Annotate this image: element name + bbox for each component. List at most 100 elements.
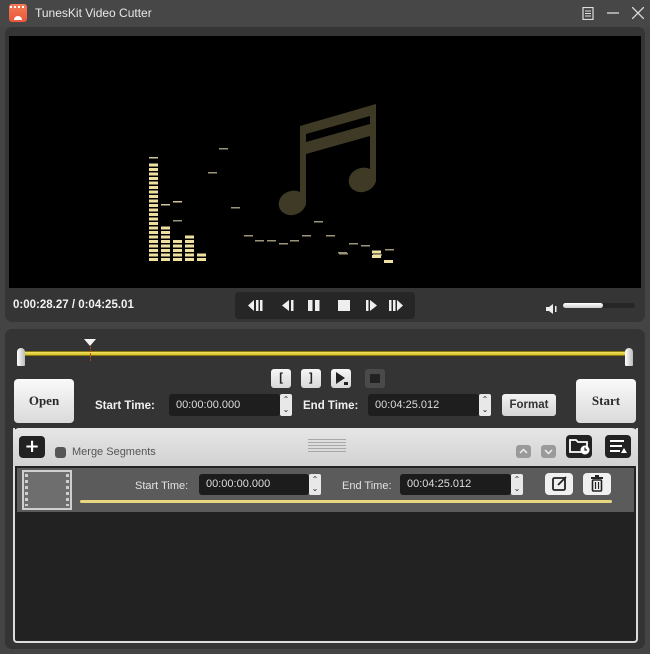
eq-peak xyxy=(173,201,182,203)
eq-segment xyxy=(173,253,182,257)
segment-row[interactable]: Start Time: 00:00:00.000 ⌃ ⌄ End Time: 0… xyxy=(17,468,634,512)
stop-preview-button[interactable] xyxy=(365,369,385,388)
eq-segment xyxy=(149,181,158,185)
start-button[interactable]: Start xyxy=(576,379,636,423)
edit-segment-button[interactable] xyxy=(545,473,573,495)
chevron-up-icon xyxy=(519,448,528,454)
title-bar: TunesKit Video Cutter xyxy=(0,0,650,27)
eq-segment xyxy=(185,235,194,239)
stop-button[interactable] xyxy=(335,297,353,314)
chevron-up-icon: ⌃ xyxy=(311,475,319,484)
start-time-spinner[interactable]: ⌃ ⌄ xyxy=(280,394,292,416)
trash-icon xyxy=(591,475,603,492)
stop-icon xyxy=(370,374,380,383)
segment-end-spinner[interactable]: ⌃ ⌄ xyxy=(511,474,523,495)
music-note-icon xyxy=(278,104,376,216)
eq-peak xyxy=(208,172,217,174)
previous-frame-button[interactable] xyxy=(279,297,297,314)
format-button[interactable]: Format xyxy=(502,394,556,416)
eq-segment xyxy=(185,258,194,261)
timeline-start-handle[interactable] xyxy=(17,348,25,366)
playhead-line xyxy=(90,347,92,361)
edit-panel: [ ] Open Start Time: 00:00:00.000 ⌃ ⌄ En… xyxy=(5,329,645,649)
add-segment-button[interactable]: + xyxy=(19,436,45,458)
app-logo-icon xyxy=(9,4,27,22)
eq-segment xyxy=(161,249,170,252)
segment-start-spinner[interactable]: ⌃ ⌄ xyxy=(309,474,321,495)
segment-list-header: + Merge Segments xyxy=(13,428,638,466)
move-down-button[interactable] xyxy=(541,445,556,458)
end-time-spinner[interactable]: ⌃ ⌄ xyxy=(479,394,491,416)
video-preview[interactable] xyxy=(9,36,641,288)
eq-segment xyxy=(161,258,170,261)
eq-segment xyxy=(185,244,194,248)
segment-start-input[interactable]: 00:00:00.000 xyxy=(199,474,309,495)
eq-segment xyxy=(197,253,206,257)
merge-segments-checkbox[interactable] xyxy=(55,447,66,458)
next-frame-button[interactable] xyxy=(363,297,381,314)
previous-segment-button[interactable] xyxy=(247,297,265,314)
preview-segment-button[interactable] xyxy=(331,369,351,388)
eq-segment xyxy=(149,258,158,261)
eq-peak xyxy=(267,240,276,242)
timeline-end-handle[interactable] xyxy=(625,348,633,366)
close-icon xyxy=(631,6,645,20)
eq-segment xyxy=(161,240,170,243)
eq-segment xyxy=(173,244,182,248)
eq-peak xyxy=(161,204,170,206)
pause-button[interactable] xyxy=(305,297,323,314)
close-button[interactable] xyxy=(628,3,648,23)
eq-segment xyxy=(185,240,194,243)
start-time-input[interactable]: 00:00:00.000 xyxy=(169,394,280,416)
output-folder-button[interactable] xyxy=(566,435,592,458)
eq-segment xyxy=(149,195,158,198)
menu-button[interactable] xyxy=(578,3,598,23)
eq-segment xyxy=(149,253,158,257)
stop-icon xyxy=(338,300,350,311)
end-time-input[interactable]: 00:04:25.012 xyxy=(368,394,479,416)
playback-time-display: 0:00:28.27 / 0:04:25.01 xyxy=(13,299,134,311)
move-up-button[interactable] xyxy=(516,445,531,458)
eq-segment xyxy=(173,249,182,252)
speaker-icon xyxy=(546,304,557,314)
start-time-label: Start Time: xyxy=(95,400,155,412)
drag-handle[interactable] xyxy=(308,439,346,453)
skip-back-icon xyxy=(248,300,263,311)
mark-out-button[interactable]: ] xyxy=(301,369,321,388)
eq-segment xyxy=(149,249,158,252)
chevron-up-icon: ⌃ xyxy=(282,395,290,404)
volume-slider[interactable] xyxy=(563,303,635,308)
chevron-down-icon xyxy=(544,449,553,455)
playhead-marker[interactable] xyxy=(84,339,97,346)
list-menu-button[interactable] xyxy=(605,435,631,458)
eq-peak xyxy=(149,157,158,159)
eq-segment xyxy=(149,177,158,180)
eq-segment xyxy=(372,250,381,254)
next-segment-button[interactable] xyxy=(387,297,405,314)
video-player-panel: 0:00:28.27 / 0:04:25.01 xyxy=(5,27,645,322)
eq-peak xyxy=(231,207,240,209)
audio-visualizer xyxy=(149,104,394,263)
eq-segment xyxy=(149,226,158,230)
app-title: TunesKit Video Cutter xyxy=(35,6,152,20)
eq-segment xyxy=(149,208,158,212)
open-button[interactable]: Open xyxy=(14,379,74,423)
folder-clock-icon xyxy=(569,439,590,455)
eq-peak xyxy=(219,148,228,150)
eq-segment xyxy=(173,240,182,243)
eq-segment xyxy=(149,172,158,176)
mark-in-button[interactable]: [ xyxy=(271,369,291,388)
volume-button[interactable] xyxy=(545,300,559,314)
end-time-label: End Time: xyxy=(303,400,359,412)
segment-end-input[interactable]: 00:04:25.012 xyxy=(400,474,511,495)
timeline-track[interactable] xyxy=(17,339,633,367)
minimize-button[interactable] xyxy=(603,3,623,23)
segment-range-bar xyxy=(80,500,612,503)
eq-peak xyxy=(173,220,182,222)
step-forward-icon xyxy=(366,300,377,311)
eq-peak xyxy=(244,235,253,237)
eq-segment xyxy=(161,235,170,239)
skip-forward-icon xyxy=(389,300,403,311)
chevron-up-icon: ⌃ xyxy=(513,475,521,484)
delete-segment-button[interactable] xyxy=(583,473,611,495)
